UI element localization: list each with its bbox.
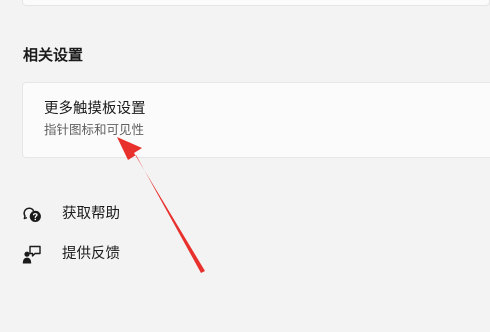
more-touchpad-settings-card[interactable]: 更多触摸板设置 指针图标和可见性 bbox=[22, 82, 490, 158]
related-settings-heading: 相关设置 bbox=[23, 46, 84, 64]
get-help-link[interactable]: 获取帮助 bbox=[22, 204, 120, 224]
more-touchpad-settings-title: 更多触摸板设置 bbox=[44, 101, 146, 117]
give-feedback-label: 提供反馈 bbox=[62, 246, 120, 262]
give-feedback-link[interactable]: 提供反馈 bbox=[22, 244, 120, 264]
more-touchpad-settings-subtitle: 指针图标和可见性 bbox=[44, 122, 145, 137]
previous-settings-card[interactable] bbox=[22, 0, 490, 6]
get-help-icon bbox=[22, 204, 42, 224]
give-feedback-icon bbox=[22, 244, 42, 264]
get-help-label: 获取帮助 bbox=[62, 206, 120, 222]
